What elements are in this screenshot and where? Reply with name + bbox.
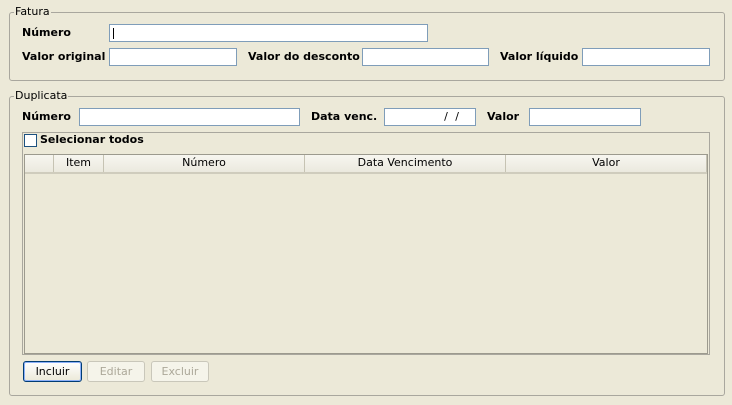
column-header-data-vencimento[interactable]: Data Vencimento <box>305 155 506 172</box>
fatura-numero-label: Número <box>22 26 71 39</box>
duplicata-numero-label: Número <box>22 110 71 123</box>
duplicata-valor-input[interactable] <box>529 108 641 126</box>
select-all-label[interactable]: Selecionar todos <box>40 133 144 147</box>
duplicata-table: Item Número Data Vencimento Valor <box>24 154 708 354</box>
data-venc-label: Data venc. <box>311 110 378 123</box>
valor-original-label: Valor original <box>22 50 106 63</box>
fatura-group-title: Fatura <box>14 5 51 19</box>
select-all-checkbox[interactable] <box>24 134 37 147</box>
incluir-button[interactable]: Incluir <box>23 361 82 382</box>
text-caret <box>113 28 114 39</box>
data-venc-input[interactable]: / / <box>384 108 476 126</box>
table-header: Item Número Data Vencimento Valor <box>25 155 707 174</box>
duplicata-numero-input[interactable] <box>79 108 300 126</box>
valor-desconto-label: Valor do desconto <box>248 50 360 63</box>
excluir-button[interactable]: Excluir <box>151 361 209 382</box>
column-header-numero[interactable]: Número <box>104 155 305 172</box>
editar-button[interactable]: Editar <box>87 361 145 382</box>
valor-liquido-label: Valor líquido <box>500 50 579 63</box>
duplicata-group-title: Duplicata <box>14 89 69 103</box>
valor-liquido-input[interactable] <box>582 48 710 66</box>
data-venc-mask: / / <box>444 110 461 123</box>
duplicata-valor-label: Valor <box>487 110 520 123</box>
column-header-valor[interactable]: Valor <box>506 155 707 172</box>
valor-original-input[interactable] <box>109 48 237 66</box>
column-header-item[interactable]: Item <box>54 155 104 172</box>
valor-desconto-input[interactable] <box>362 48 489 66</box>
fatura-group: Fatura <box>9 5 725 81</box>
column-header-select[interactable] <box>25 155 54 172</box>
fatura-numero-input[interactable] <box>109 24 428 42</box>
